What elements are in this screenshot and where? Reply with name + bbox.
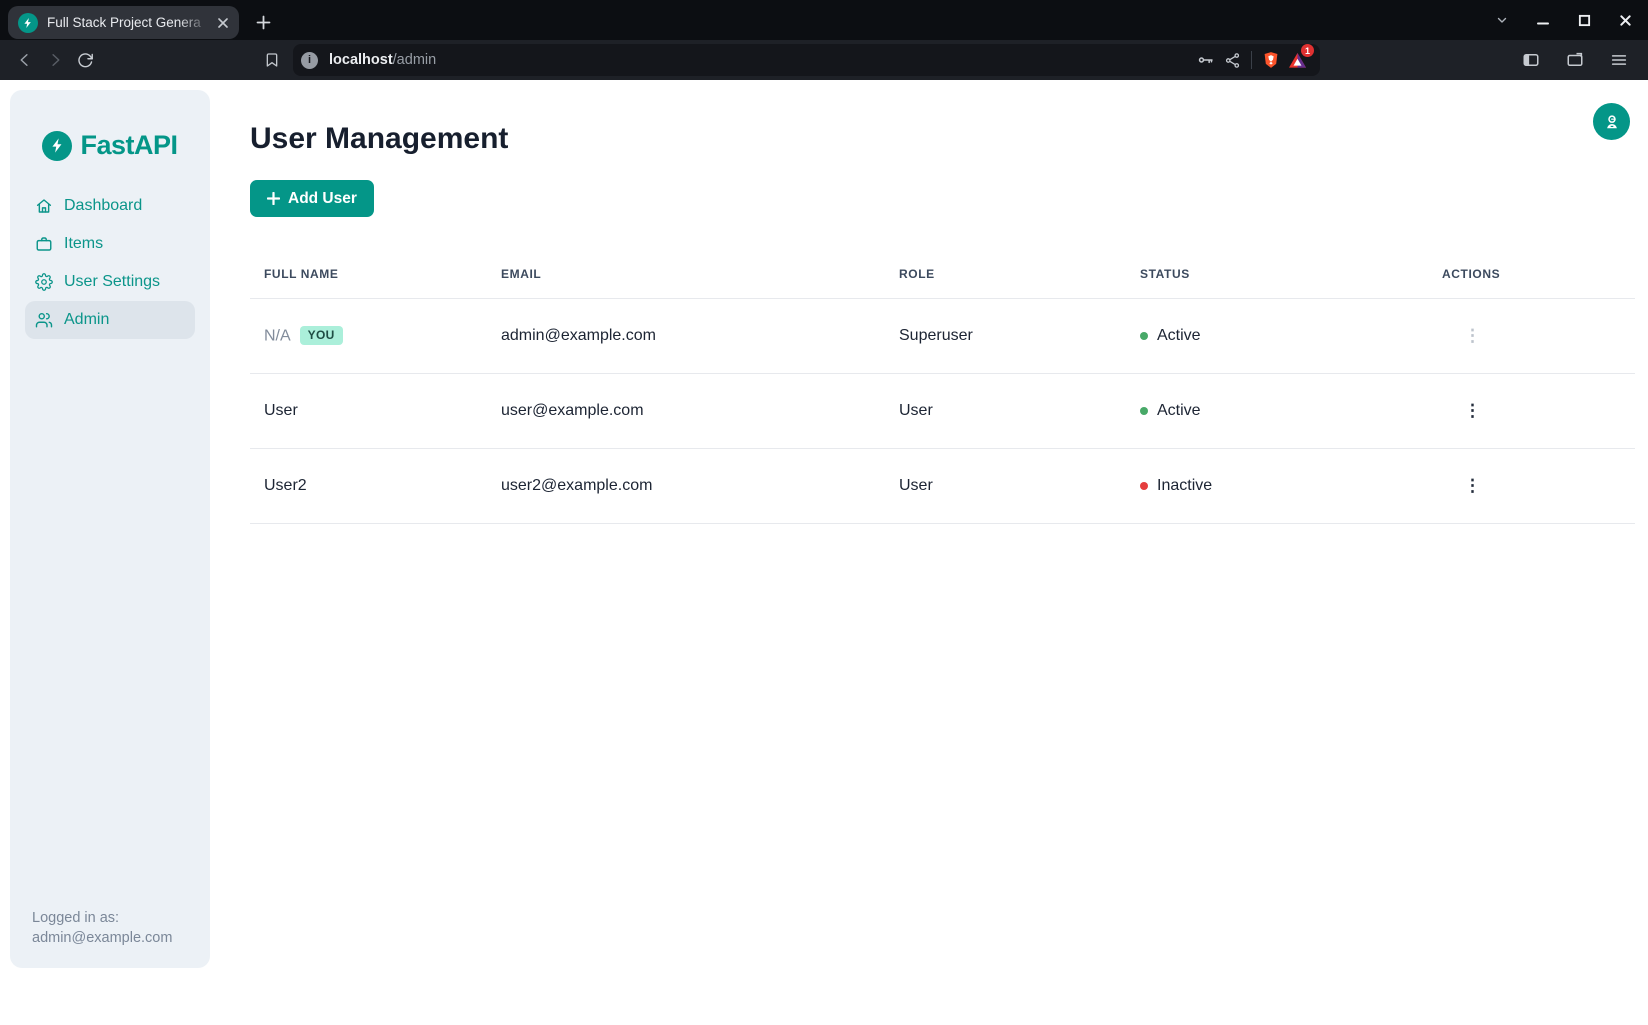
header-status: Status <box>1140 250 1442 298</box>
sidebar-item-label: Items <box>64 235 103 253</box>
sidebar-item-admin[interactable]: Admin <box>25 301 195 339</box>
you-badge: YOU <box>300 326 343 345</box>
cell-email: admin@example.com <box>501 298 899 373</box>
sidebar: FastAPI Dashboard Items User Settings Ad… <box>10 90 210 968</box>
status-dot-icon <box>1140 332 1148 340</box>
url-text[interactable]: localhost/admin <box>329 52 436 68</box>
users-icon <box>35 311 53 329</box>
close-window-button[interactable] <box>1610 5 1640 35</box>
status-cell: Active <box>1140 402 1442 420</box>
add-user-button[interactable]: Add User <box>250 180 374 217</box>
gear-icon <box>35 273 53 291</box>
status-label: Active <box>1157 402 1201 420</box>
rewards-notification-badge: 1 <box>1301 44 1314 57</box>
page-content: FastAPI Dashboard Items User Settings Ad… <box>0 80 1648 1025</box>
logged-in-label: Logged in as: <box>32 908 172 928</box>
menu-hamburger-icon[interactable] <box>1604 45 1634 75</box>
address-bar[interactable]: i localhost/admin 1 <box>293 44 1320 76</box>
brand-name: FastAPI <box>80 130 177 161</box>
reload-icon[interactable] <box>70 45 100 75</box>
main-area: User Management Add User Full Name Email… <box>250 80 1635 524</box>
status-cell: Inactive <box>1140 477 1442 495</box>
brave-rewards-icon[interactable]: 1 <box>1284 47 1310 73</box>
back-icon[interactable] <box>10 45 40 75</box>
row-actions-menu-icon[interactable]: ⋮ <box>1456 473 1489 498</box>
browser-titlebar: Full Stack Project Genera <box>0 0 1648 40</box>
status-label: Inactive <box>1157 477 1212 495</box>
cell-email: user@example.com <box>501 373 899 448</box>
fastapi-bolt-icon <box>42 131 72 161</box>
toolbar-right-icons <box>1516 45 1636 75</box>
cell-full-name: N/A <box>264 327 291 344</box>
table-header-row: Full Name Email Role Status Actions <box>250 250 1635 298</box>
url-host: localhost <box>329 52 393 68</box>
sidebar-item-label: User Settings <box>64 273 160 291</box>
sidebar-item-dashboard[interactable]: Dashboard <box>25 187 195 225</box>
cell-full-name: User2 <box>250 448 501 523</box>
browser-toolbar: i localhost/admin 1 <box>0 40 1648 80</box>
sidebar-item-label: Admin <box>64 311 109 329</box>
bookmark-icon[interactable] <box>257 45 287 75</box>
tab-search-chevron-icon[interactable] <box>1487 5 1517 35</box>
forward-icon[interactable] <box>40 45 70 75</box>
status-dot-icon <box>1140 407 1148 415</box>
header-email: Email <box>501 250 899 298</box>
password-key-icon[interactable] <box>1193 47 1219 73</box>
status-dot-icon <box>1140 482 1148 490</box>
minimize-button[interactable] <box>1528 5 1558 35</box>
briefcase-icon <box>35 235 53 253</box>
sidebar-item-label: Dashboard <box>64 197 142 215</box>
cell-full-name: User <box>250 373 501 448</box>
sidebar-item-user-settings[interactable]: User Settings <box>25 263 195 301</box>
home-icon <box>35 197 53 215</box>
header-full-name: Full Name <box>250 250 501 298</box>
brave-shield-icon[interactable] <box>1258 47 1284 73</box>
logged-in-footer: Logged in as: admin@example.com <box>32 908 172 948</box>
cell-role: Superuser <box>899 298 1140 373</box>
status-cell: Active <box>1140 327 1442 345</box>
wallet-icon[interactable] <box>1560 45 1590 75</box>
browser-tab[interactable]: Full Stack Project Genera <box>8 6 239 39</box>
share-icon[interactable] <box>1219 47 1245 73</box>
sidebar-toggle-icon[interactable] <box>1516 45 1546 75</box>
row-actions-menu-icon[interactable]: ⋮ <box>1456 398 1489 423</box>
table-row: User2 user2@example.com User Inactive ⋮ <box>250 448 1635 523</box>
table-row: User user@example.com User Active ⋮ <box>250 373 1635 448</box>
cell-role: User <box>899 448 1140 523</box>
add-user-label: Add User <box>288 190 357 208</box>
table-row: N/A YOU admin@example.com Superuser Activ… <box>250 298 1635 373</box>
maximize-button[interactable] <box>1569 5 1599 35</box>
fastapi-logo: FastAPI <box>10 130 210 161</box>
url-path: /admin <box>393 52 437 68</box>
row-actions-menu-icon: ⋮ <box>1456 323 1489 348</box>
page-title: User Management <box>250 124 1635 154</box>
site-info-icon[interactable]: i <box>301 52 318 69</box>
header-role: Role <box>899 250 1140 298</box>
cell-role: User <box>899 373 1140 448</box>
header-actions: Actions <box>1442 250 1635 298</box>
window-controls <box>1487 0 1640 40</box>
sidebar-item-items[interactable]: Items <box>25 225 195 263</box>
plus-icon <box>267 192 280 205</box>
fastapi-favicon-icon <box>18 13 38 33</box>
tab-title: Full Stack Project Genera <box>47 15 215 30</box>
logged-in-email: admin@example.com <box>32 928 172 948</box>
tab-close-icon[interactable] <box>215 15 231 31</box>
status-label: Active <box>1157 327 1201 345</box>
cell-email: user2@example.com <box>501 448 899 523</box>
sidebar-nav: Dashboard Items User Settings Admin <box>10 187 210 339</box>
toolbar-divider <box>1251 51 1252 69</box>
new-tab-button[interactable] <box>250 9 276 35</box>
users-table: Full Name Email Role Status Actions N/A Y… <box>250 250 1635 524</box>
